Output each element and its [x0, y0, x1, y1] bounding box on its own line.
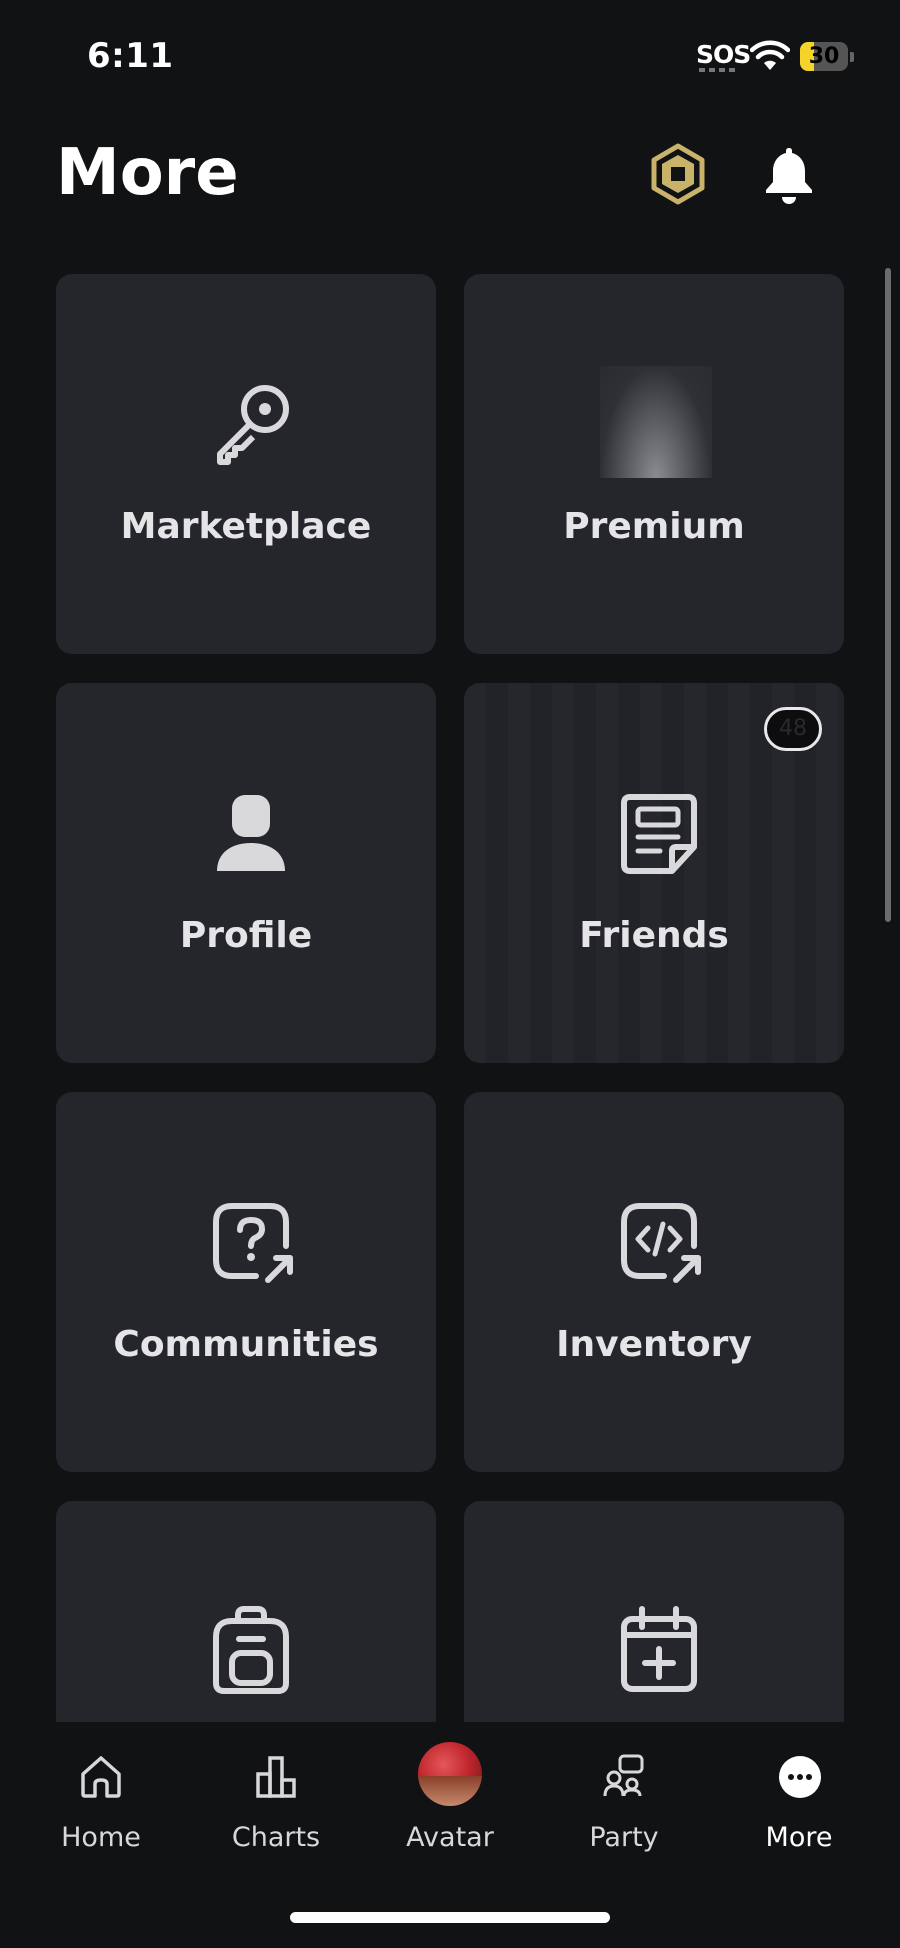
- nav-label-avatar: Avatar: [406, 1822, 494, 1853]
- nav-label-charts: Charts: [231, 1822, 321, 1853]
- tile-inventory[interactable]: Inventory: [464, 1092, 844, 1472]
- status-time: 6:11: [87, 36, 174, 76]
- wifi-icon: [750, 40, 790, 70]
- avatar-image: [418, 1742, 482, 1806]
- battery-level: 30: [808, 44, 840, 69]
- nav-item-avatar[interactable]: Avatar: [380, 1722, 520, 1872]
- charts-icon: [256, 1756, 296, 1798]
- tile-label-friends: Friends: [579, 915, 729, 956]
- more-icon: [779, 1756, 821, 1798]
- tile-label-inventory: Inventory: [556, 1324, 752, 1365]
- nav-item-charts[interactable]: Charts: [206, 1722, 346, 1872]
- calendar-plus-icon: [621, 1606, 697, 1692]
- bell-icon[interactable]: [760, 144, 818, 206]
- tile-label-marketplace: Marketplace: [120, 506, 372, 547]
- nav-item-party[interactable]: Party: [554, 1722, 694, 1872]
- tile-profile[interactable]: Profile: [56, 683, 436, 1063]
- party-icon: [603, 1754, 644, 1797]
- status-bar: 6:11 SOS 30: [0, 0, 900, 110]
- backpack-icon: [213, 1606, 289, 1694]
- robux-icon[interactable]: [648, 142, 708, 206]
- tile-marketplace[interactable]: Marketplace: [56, 274, 436, 654]
- scrollbar[interactable]: [885, 268, 891, 922]
- page-title: More: [56, 136, 239, 210]
- tile-label-premium: Premium: [563, 506, 745, 547]
- nav-item-more[interactable]: More: [729, 1722, 869, 1872]
- tile-friends[interactable]: 48 Friends: [464, 683, 844, 1063]
- nav-label-home: Home: [61, 1822, 141, 1853]
- nav-item-home[interactable]: Home: [31, 1722, 171, 1872]
- key-icon: [217, 385, 289, 465]
- tile-events[interactable]: [464, 1501, 844, 1722]
- signal-dots: [699, 68, 739, 72]
- nav-label-more: More: [765, 1822, 833, 1853]
- nav-label-party: Party: [589, 1822, 659, 1853]
- tile-label-communities: Communities: [113, 1324, 379, 1365]
- premium-image: [600, 366, 712, 478]
- help-external-icon: [213, 1203, 293, 1283]
- note-icon: [621, 794, 697, 874]
- tile-communities[interactable]: Communities: [56, 1092, 436, 1472]
- tile-backpack[interactable]: [56, 1501, 436, 1722]
- battery-icon: 30: [800, 42, 854, 71]
- tile-premium[interactable]: Premium: [464, 274, 844, 654]
- home-indicator[interactable]: [290, 1912, 610, 1923]
- code-external-icon: [621, 1203, 701, 1283]
- person-icon: [217, 795, 285, 871]
- tile-label-profile: Profile: [179, 915, 313, 956]
- notification-badge: 48: [764, 707, 822, 751]
- sos-indicator: SOS: [696, 40, 751, 69]
- home-icon: [81, 1756, 121, 1798]
